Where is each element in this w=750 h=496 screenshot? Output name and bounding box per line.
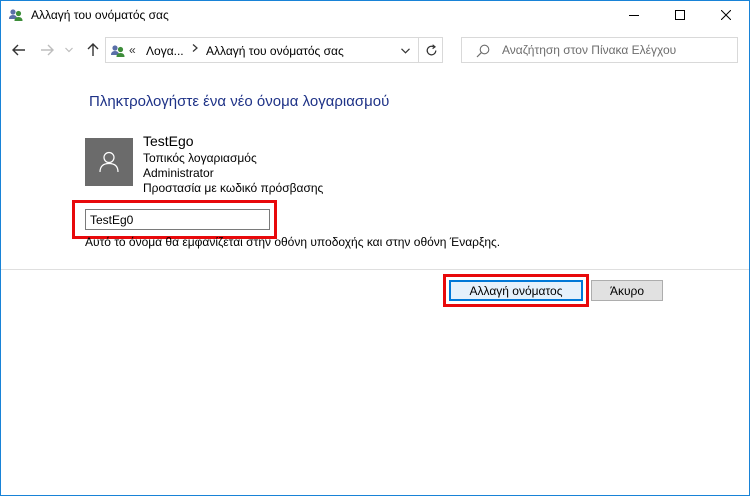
account-name: TestEgo [143, 133, 194, 149]
forward-arrow-icon [41, 44, 54, 56]
cancel-button[interactable]: Άκυρο [591, 280, 663, 301]
back-arrow-icon [12, 44, 25, 56]
window-title: Αλλαγή του ονόματός σας [31, 8, 169, 22]
recent-locations-button[interactable] [59, 41, 79, 59]
minimize-icon [629, 15, 639, 16]
user-accounts-icon [8, 7, 24, 23]
breadcrumb-parent[interactable]: Λογα... [146, 44, 184, 58]
chevron-down-icon [65, 47, 73, 53]
avatar [85, 138, 133, 186]
maximize-icon [675, 10, 685, 20]
forward-button[interactable] [37, 41, 57, 59]
user-accounts-icon [110, 43, 126, 59]
search-icon [476, 44, 490, 58]
name-hint: Αυτό το όνομα θα εμφανίζεται στην οθόνη … [85, 235, 501, 249]
name-input-highlight [72, 200, 277, 239]
maximize-button[interactable] [657, 1, 703, 29]
divider [1, 269, 749, 270]
up-button[interactable] [83, 41, 103, 59]
account-protection: Προστασία με κωδικό πρόσβασης [143, 181, 324, 195]
close-icon [721, 10, 731, 20]
refresh-icon [426, 43, 437, 55]
change-name-button-highlight [443, 274, 589, 307]
title-bar: Αλλαγή του ονόματός σας [1, 1, 749, 29]
refresh-button[interactable] [418, 38, 444, 62]
address-bar[interactable]: « Λογα... Αλλαγή του ονόματός σας [105, 37, 443, 63]
back-button[interactable] [9, 41, 29, 59]
minimize-button[interactable] [611, 1, 657, 29]
user-icon [99, 151, 119, 173]
window: Αλλαγή του ονόματός σας « Λογα... Αλλαγή… [0, 0, 750, 496]
page-title: Πληκτρολογήστε ένα νέο όνομα λογαριασμού [89, 93, 390, 110]
breadcrumb-current[interactable]: Αλλαγή του ονόματός σας [206, 44, 344, 58]
close-button[interactable] [703, 1, 749, 29]
search-box[interactable] [461, 37, 738, 63]
address-dropdown-button[interactable] [398, 44, 412, 58]
up-arrow-icon [87, 43, 99, 56]
breadcrumb-overflow[interactable]: « [129, 43, 136, 57]
search-input[interactable] [502, 39, 732, 61]
account-role: Administrator [143, 166, 214, 180]
breadcrumb-separator-icon[interactable] [192, 44, 198, 54]
account-type: Τοπικός λογαριασμός [143, 151, 257, 165]
chevron-down-icon [400, 48, 410, 54]
navigation-bar: « Λογα... Αλλαγή του ονόματός σας [1, 33, 749, 67]
